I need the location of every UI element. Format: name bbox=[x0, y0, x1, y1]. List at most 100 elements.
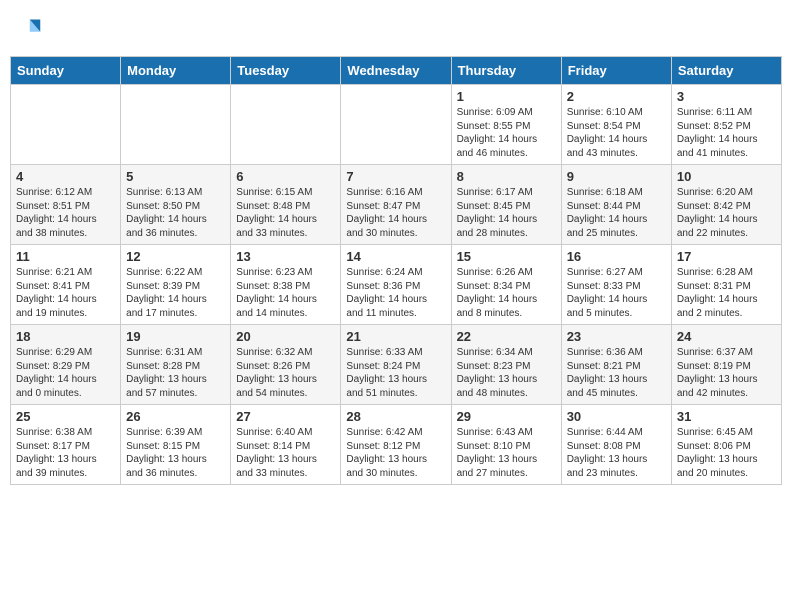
day-number: 14 bbox=[346, 249, 445, 264]
calendar-cell: 31 Sunrise: 6:45 AM Sunset: 8:06 PM Dayli… bbox=[671, 405, 781, 485]
calendar-cell: 2 Sunrise: 6:10 AM Sunset: 8:54 PM Daylig… bbox=[561, 85, 671, 165]
calendar-cell: 26 Sunrise: 6:39 AM Sunset: 8:15 PM Dayli… bbox=[121, 405, 231, 485]
cell-content: Sunrise: 6:16 AM Sunset: 8:47 PM Dayligh… bbox=[346, 186, 445, 240]
cell-content: Sunrise: 6:22 AM Sunset: 8:39 PM Dayligh… bbox=[126, 266, 225, 320]
calendar-week-row: 1 Sunrise: 6:09 AM Sunset: 8:55 PM Daylig… bbox=[11, 85, 782, 165]
logo bbox=[14, 16, 46, 44]
calendar-cell: 29 Sunrise: 6:43 AM Sunset: 8:10 PM Dayli… bbox=[451, 405, 561, 485]
calendar-cell: 30 Sunrise: 6:44 AM Sunset: 8:08 PM Dayli… bbox=[561, 405, 671, 485]
cell-content: Sunrise: 6:20 AM Sunset: 8:42 PM Dayligh… bbox=[677, 186, 776, 240]
day-number: 20 bbox=[236, 329, 335, 344]
cell-content: Sunrise: 6:33 AM Sunset: 8:24 PM Dayligh… bbox=[346, 346, 445, 400]
column-header-tuesday: Tuesday bbox=[231, 57, 341, 85]
calendar-cell: 20 Sunrise: 6:32 AM Sunset: 8:26 PM Dayli… bbox=[231, 325, 341, 405]
cell-content: Sunrise: 6:32 AM Sunset: 8:26 PM Dayligh… bbox=[236, 346, 335, 400]
calendar-cell: 18 Sunrise: 6:29 AM Sunset: 8:29 PM Dayli… bbox=[11, 325, 121, 405]
day-number: 27 bbox=[236, 409, 335, 424]
calendar-cell: 10 Sunrise: 6:20 AM Sunset: 8:42 PM Dayli… bbox=[671, 165, 781, 245]
calendar-cell: 3 Sunrise: 6:11 AM Sunset: 8:52 PM Daylig… bbox=[671, 85, 781, 165]
cell-content: Sunrise: 6:26 AM Sunset: 8:34 PM Dayligh… bbox=[457, 266, 556, 320]
day-number: 31 bbox=[677, 409, 776, 424]
day-number: 30 bbox=[567, 409, 666, 424]
cell-content: Sunrise: 6:17 AM Sunset: 8:45 PM Dayligh… bbox=[457, 186, 556, 240]
day-number: 22 bbox=[457, 329, 556, 344]
cell-content: Sunrise: 6:13 AM Sunset: 8:50 PM Dayligh… bbox=[126, 186, 225, 240]
calendar-cell: 13 Sunrise: 6:23 AM Sunset: 8:38 PM Dayli… bbox=[231, 245, 341, 325]
column-header-thursday: Thursday bbox=[451, 57, 561, 85]
cell-content: Sunrise: 6:29 AM Sunset: 8:29 PM Dayligh… bbox=[16, 346, 115, 400]
day-number: 6 bbox=[236, 169, 335, 184]
column-header-friday: Friday bbox=[561, 57, 671, 85]
calendar-cell: 22 Sunrise: 6:34 AM Sunset: 8:23 PM Dayli… bbox=[451, 325, 561, 405]
calendar-cell: 21 Sunrise: 6:33 AM Sunset: 8:24 PM Dayli… bbox=[341, 325, 451, 405]
day-number: 1 bbox=[457, 89, 556, 104]
cell-content: Sunrise: 6:39 AM Sunset: 8:15 PM Dayligh… bbox=[126, 426, 225, 480]
cell-content: Sunrise: 6:18 AM Sunset: 8:44 PM Dayligh… bbox=[567, 186, 666, 240]
day-number: 19 bbox=[126, 329, 225, 344]
calendar-cell: 1 Sunrise: 6:09 AM Sunset: 8:55 PM Daylig… bbox=[451, 85, 561, 165]
cell-content: Sunrise: 6:27 AM Sunset: 8:33 PM Dayligh… bbox=[567, 266, 666, 320]
day-number: 7 bbox=[346, 169, 445, 184]
cell-content: Sunrise: 6:42 AM Sunset: 8:12 PM Dayligh… bbox=[346, 426, 445, 480]
day-number: 12 bbox=[126, 249, 225, 264]
calendar-cell bbox=[121, 85, 231, 165]
cell-content: Sunrise: 6:12 AM Sunset: 8:51 PM Dayligh… bbox=[16, 186, 115, 240]
day-number: 5 bbox=[126, 169, 225, 184]
calendar-cell: 23Sunrise: 6:36 AM Sunset: 8:21 PM Dayli… bbox=[561, 325, 671, 405]
calendar-week-row: 11 Sunrise: 6:21 AM Sunset: 8:41 PM Dayli… bbox=[11, 245, 782, 325]
column-header-saturday: Saturday bbox=[671, 57, 781, 85]
day-number: 16 bbox=[567, 249, 666, 264]
logo-icon bbox=[14, 16, 42, 44]
cell-content: Sunrise: 6:34 AM Sunset: 8:23 PM Dayligh… bbox=[457, 346, 556, 400]
day-number: 28 bbox=[346, 409, 445, 424]
day-number: 9 bbox=[567, 169, 666, 184]
cell-content: Sunrise: 6:10 AM Sunset: 8:54 PM Dayligh… bbox=[567, 106, 666, 160]
day-number: 29 bbox=[457, 409, 556, 424]
day-number: 23 bbox=[567, 329, 666, 344]
calendar-cell: 28 Sunrise: 6:42 AM Sunset: 8:12 PM Dayli… bbox=[341, 405, 451, 485]
cell-content: Sunrise: 6:11 AM Sunset: 8:52 PM Dayligh… bbox=[677, 106, 776, 160]
day-number: 4 bbox=[16, 169, 115, 184]
cell-content: Sunrise: 6:31 AM Sunset: 8:28 PM Dayligh… bbox=[126, 346, 225, 400]
calendar-cell: 25Sunrise: 6:38 AM Sunset: 8:17 PM Dayli… bbox=[11, 405, 121, 485]
day-number: 21 bbox=[346, 329, 445, 344]
cell-content: Sunrise: 6:09 AM Sunset: 8:55 PM Dayligh… bbox=[457, 106, 556, 160]
column-header-monday: Monday bbox=[121, 57, 231, 85]
column-header-sunday: Sunday bbox=[11, 57, 121, 85]
calendar-week-row: 4 Sunrise: 6:12 AM Sunset: 8:51 PM Daylig… bbox=[11, 165, 782, 245]
calendar-cell: 27 Sunrise: 6:40 AM Sunset: 8:14 PM Dayli… bbox=[231, 405, 341, 485]
calendar-cell bbox=[341, 85, 451, 165]
cell-content: Sunrise: 6:21 AM Sunset: 8:41 PM Dayligh… bbox=[16, 266, 115, 320]
calendar-week-row: 18 Sunrise: 6:29 AM Sunset: 8:29 PM Dayli… bbox=[11, 325, 782, 405]
calendar-cell: 19 Sunrise: 6:31 AM Sunset: 8:28 PM Dayli… bbox=[121, 325, 231, 405]
column-header-wednesday: Wednesday bbox=[341, 57, 451, 85]
calendar-cell: 16 Sunrise: 6:27 AM Sunset: 8:33 PM Dayli… bbox=[561, 245, 671, 325]
calendar-cell: 9 Sunrise: 6:18 AM Sunset: 8:44 PM Daylig… bbox=[561, 165, 671, 245]
day-number: 11 bbox=[16, 249, 115, 264]
day-number: 18 bbox=[16, 329, 115, 344]
calendar-cell: 11 Sunrise: 6:21 AM Sunset: 8:41 PM Dayli… bbox=[11, 245, 121, 325]
cell-content: Sunrise: 6:23 AM Sunset: 8:38 PM Dayligh… bbox=[236, 266, 335, 320]
calendar-cell: 14 Sunrise: 6:24 AM Sunset: 8:36 PM Dayli… bbox=[341, 245, 451, 325]
calendar-cell: 4 Sunrise: 6:12 AM Sunset: 8:51 PM Daylig… bbox=[11, 165, 121, 245]
day-number: 8 bbox=[457, 169, 556, 184]
calendar-cell: 17Sunrise: 6:28 AM Sunset: 8:31 PM Dayli… bbox=[671, 245, 781, 325]
calendar-cell: 7 Sunrise: 6:16 AM Sunset: 8:47 PM Daylig… bbox=[341, 165, 451, 245]
calendar-cell: 8 Sunrise: 6:17 AM Sunset: 8:45 PM Daylig… bbox=[451, 165, 561, 245]
day-number: 10 bbox=[677, 169, 776, 184]
calendar-table: SundayMondayTuesdayWednesdayThursdayFrid… bbox=[10, 56, 782, 485]
day-number: 2 bbox=[567, 89, 666, 104]
cell-content: Sunrise: 6:28 AM Sunset: 8:31 PM Dayligh… bbox=[677, 266, 776, 320]
calendar-cell: 5 Sunrise: 6:13 AM Sunset: 8:50 PM Daylig… bbox=[121, 165, 231, 245]
cell-content: Sunrise: 6:40 AM Sunset: 8:14 PM Dayligh… bbox=[236, 426, 335, 480]
cell-content: Sunrise: 6:44 AM Sunset: 8:08 PM Dayligh… bbox=[567, 426, 666, 480]
cell-content: Sunrise: 6:24 AM Sunset: 8:36 PM Dayligh… bbox=[346, 266, 445, 320]
day-number: 26 bbox=[126, 409, 225, 424]
cell-content: Sunrise: 6:45 AM Sunset: 8:06 PM Dayligh… bbox=[677, 426, 776, 480]
cell-content: Sunrise: 6:43 AM Sunset: 8:10 PM Dayligh… bbox=[457, 426, 556, 480]
calendar-cell: 15Sunrise: 6:26 AM Sunset: 8:34 PM Dayli… bbox=[451, 245, 561, 325]
cell-content: Sunrise: 6:15 AM Sunset: 8:48 PM Dayligh… bbox=[236, 186, 335, 240]
calendar-week-row: 25Sunrise: 6:38 AM Sunset: 8:17 PM Dayli… bbox=[11, 405, 782, 485]
day-number: 13 bbox=[236, 249, 335, 264]
day-number: 3 bbox=[677, 89, 776, 104]
